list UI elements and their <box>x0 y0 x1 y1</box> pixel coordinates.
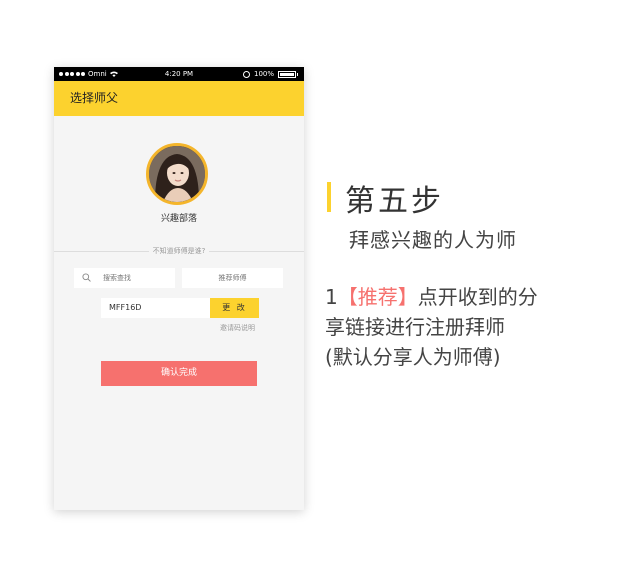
invite-code-help-link[interactable]: 邀请码说明 <box>220 323 255 333</box>
instruction-text: 1【推荐】点开收到的分 享链接进行注册拜师 (默认分享人为师傅) <box>325 282 625 372</box>
invite-code-field[interactable]: MFF16D <box>101 298 210 318</box>
divider: 不知道师傅是谁? <box>54 245 304 257</box>
search-placeholder: 搜索查找 <box>103 274 131 282</box>
status-bar: Omni 4:20 PM 100% <box>54 67 304 81</box>
change-code-button[interactable]: 更 改 <box>210 298 259 318</box>
step-subtitle: 拜感兴趣的人为师 <box>349 228 517 252</box>
instruction-line3: (默认分享人为师傅) <box>325 345 501 369</box>
search-icon <box>82 273 91 282</box>
search-input[interactable]: 搜索查找 <box>74 268 175 288</box>
step-title: 第五步 <box>345 184 444 219</box>
nav-bar: 选择师父 <box>54 81 304 116</box>
avatar[interactable] <box>146 143 208 205</box>
page-title: 选择师父 <box>70 91 119 105</box>
accent-bar <box>327 182 331 212</box>
instruction-number: 1 <box>325 285 338 309</box>
confirm-label: 确认完成 <box>160 368 197 378</box>
username: 兴趣部落 <box>160 214 197 224</box>
change-code-label: 更 改 <box>222 303 247 312</box>
instruction-line1: 点开收到的分 <box>417 285 538 309</box>
phone-screen: Omni 4:20 PM 100% 选择师父 兴趣部落 不知道师傅是谁? 搜索查… <box>54 67 304 510</box>
instruction-highlight: 【推荐】 <box>337 285 418 309</box>
battery-percent: 100% <box>253 70 274 78</box>
recommend-master-button[interactable]: 推荐师傅 <box>182 268 283 288</box>
divider-text: 不知道师傅是谁? <box>148 247 210 255</box>
invite-code-value: MFF16D <box>109 303 142 312</box>
avatar-photo <box>149 146 205 202</box>
battery-icon <box>278 70 296 78</box>
recommend-master-label: 推荐师傅 <box>218 274 247 282</box>
instruction-line2: 享链接进行注册拜师 <box>325 315 505 339</box>
rotation-lock-icon <box>242 70 250 78</box>
confirm-button[interactable]: 确认完成 <box>101 361 257 386</box>
